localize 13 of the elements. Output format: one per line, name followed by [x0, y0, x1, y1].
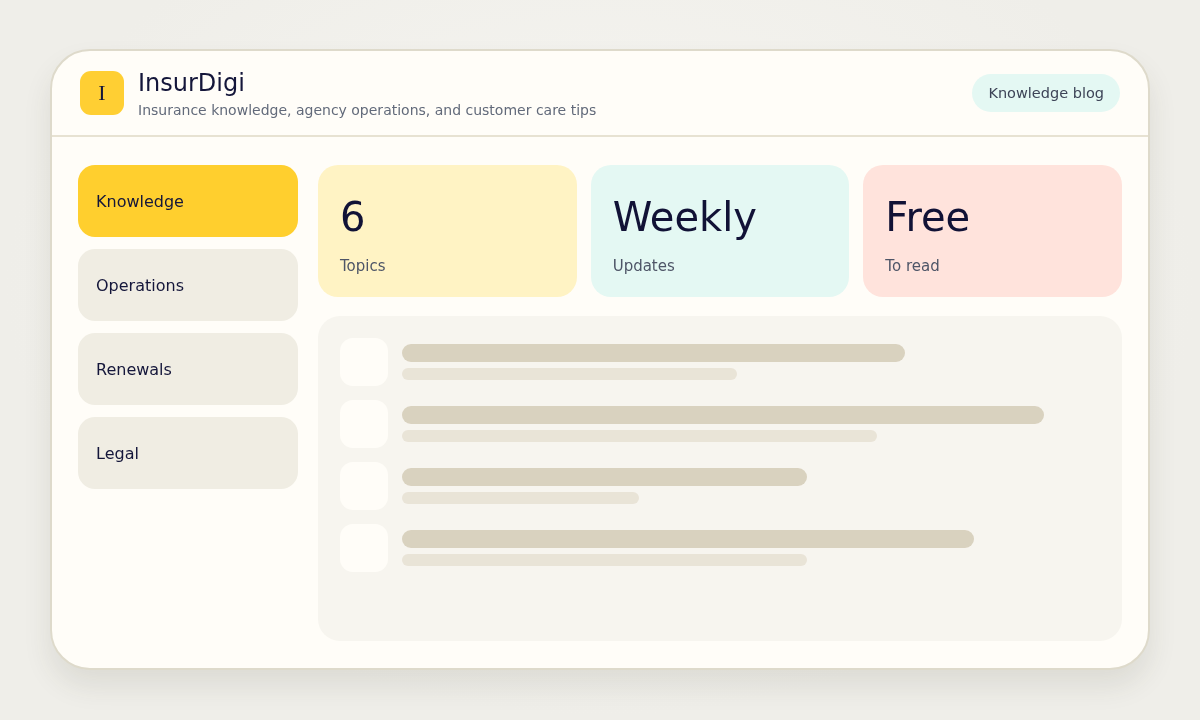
blog-link[interactable]: Knowledge blog: [972, 74, 1120, 112]
nav-item[interactable]: Renewals: [78, 333, 298, 405]
stat-label: Topics: [340, 257, 386, 275]
nav-item[interactable]: Operations: [78, 249, 298, 321]
stat-label: Updates: [612, 257, 675, 275]
stat-value: Free: [885, 197, 971, 237]
app-title: InsurDigi: [138, 67, 245, 98]
nav-item[interactable]: Knowledge: [78, 165, 298, 237]
app-tagline: Insurance knowledge, agency operations, and customer care tips: [138, 100, 597, 119]
stat-label: To read: [885, 257, 940, 275]
nav-item[interactable]: Legal: [78, 417, 298, 489]
app-logo: I: [80, 71, 124, 115]
stat-value: 6: [340, 197, 366, 237]
